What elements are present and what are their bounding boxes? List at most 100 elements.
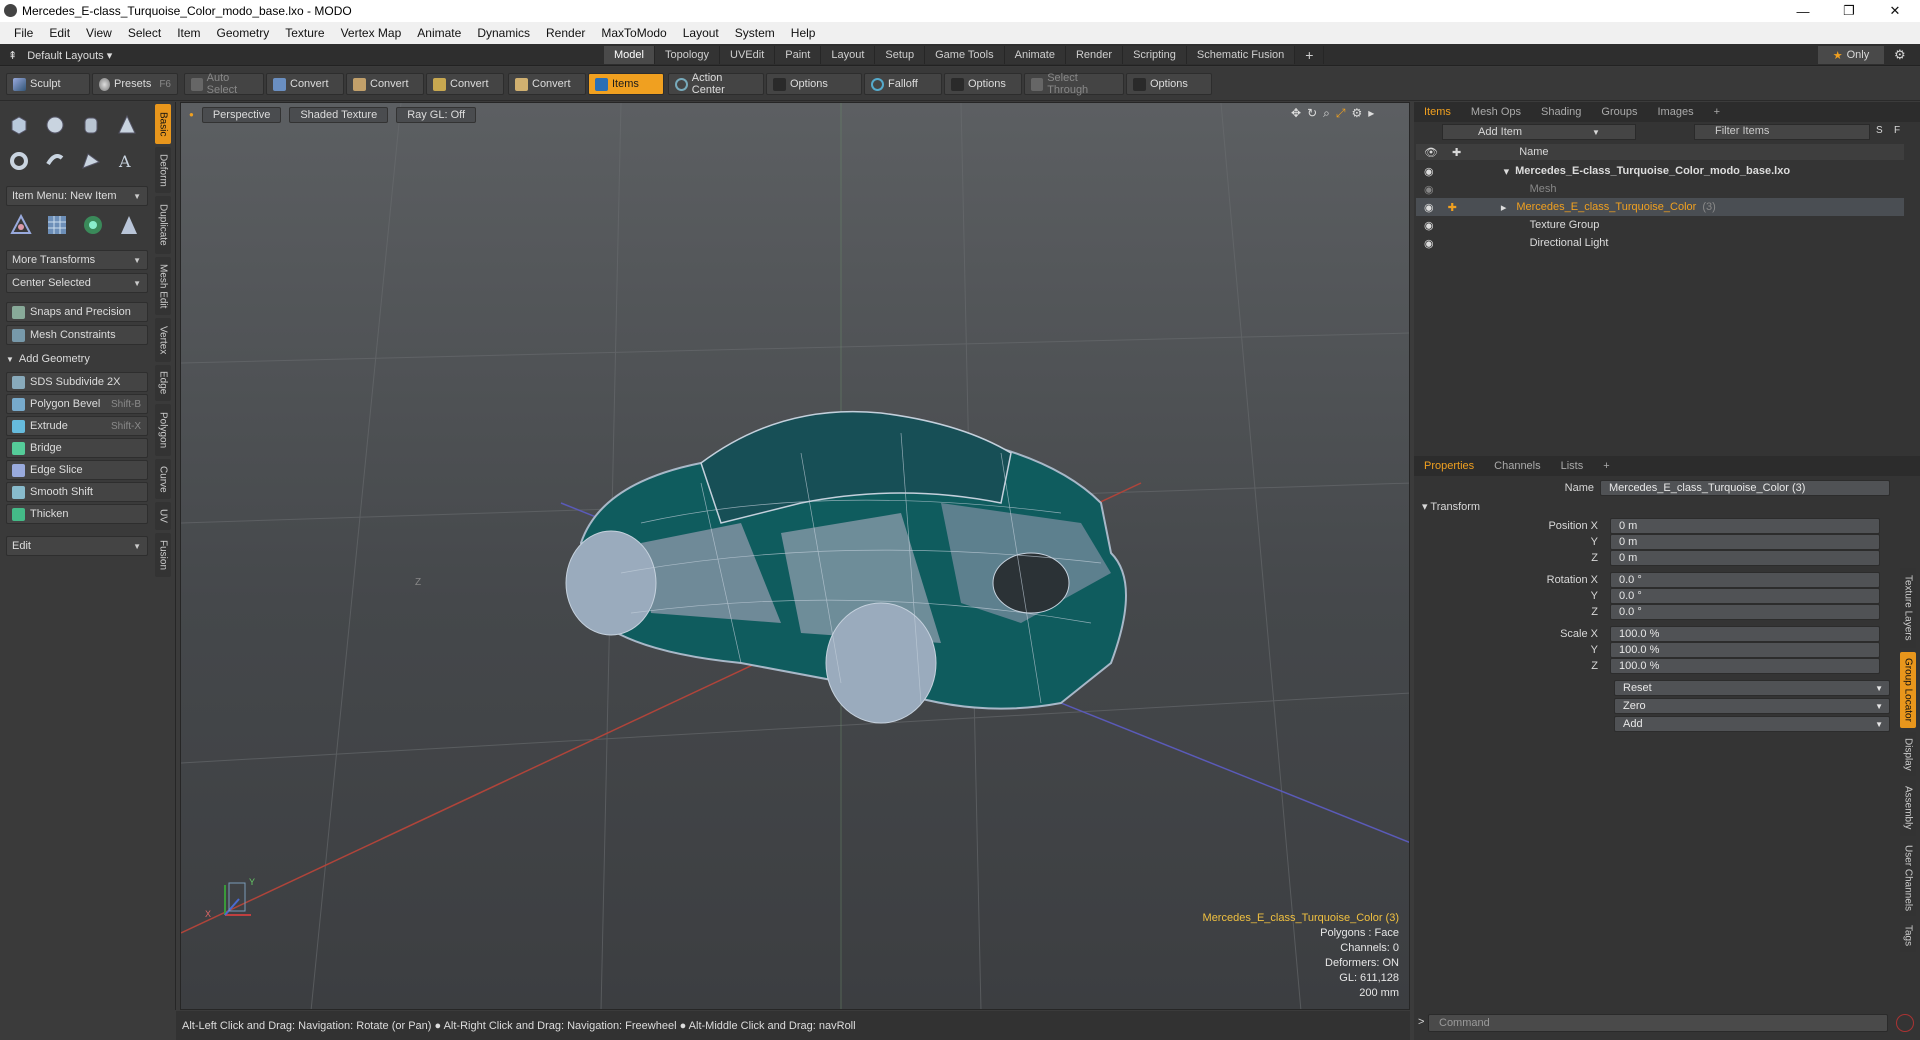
name-field[interactable]: Mercedes_E_class_Turquoise_Color (3) [1600,480,1890,496]
scale-y-field[interactable]: 100.0 % [1610,642,1880,658]
lock-icon[interactable]: ✚ [1448,201,1457,214]
falloff-options-button[interactable]: Options [944,73,1022,95]
visibility-eye-icon[interactable]: ◉ [1424,183,1434,196]
rotation-z-field[interactable]: 0.0 ° [1610,604,1880,620]
tab-game-tools[interactable]: Game Tools [925,46,1005,64]
tab-setup[interactable]: Setup [875,46,926,64]
expand-arrow-icon[interactable]: ▾ [1504,165,1510,178]
sds-subdivide-button[interactable]: SDS Subdivide 2X [6,372,148,392]
move-icon[interactable] [6,210,36,240]
gear-icon[interactable]: ⚙ [1894,47,1906,63]
visibility-eye-icon[interactable]: ◉ [1424,219,1434,232]
cylinder-icon[interactable] [76,110,106,140]
fit-icon[interactable]: ⤢ [1336,106,1346,121]
vtab-mesh-edit[interactable]: Mesh Edit [155,257,171,315]
extrude-button[interactable]: Extrude Shift-X [6,416,148,436]
default-layouts-dropdown[interactable]: ⇞ Default Layouts ▾ [8,47,112,63]
vtab-curve[interactable]: Curve [155,459,171,499]
visibility-eye-icon[interactable]: ◉ [1424,237,1434,250]
perspective-button[interactable]: Perspective [201,107,282,123]
edge-slice-button[interactable]: Edge Slice [6,460,148,480]
torus-icon[interactable] [4,146,34,176]
zero-dropdown[interactable]: Zero ▼ [1614,698,1890,714]
expand-arrow-icon[interactable]: ▸ [1501,201,1507,214]
tab-animate[interactable]: Animate [1004,46,1066,64]
vtab-tags[interactable]: Tags [1900,920,1916,952]
presets-button[interactable]: Presets F6 [92,73,178,95]
vtab-assembly[interactable]: Assembly [1900,780,1916,836]
list-item[interactable]: ◉ Mesh [1416,180,1904,198]
pan-icon[interactable]: ✥ [1291,106,1301,121]
menu-item[interactable]: Item [169,26,208,40]
sphere-icon[interactable] [40,110,70,140]
tab-layout[interactable]: Layout [821,46,876,64]
action-center-button[interactable]: Action Center [668,72,764,96]
scale-x-field[interactable]: 100.0 % [1610,626,1880,642]
minimize-button[interactable]: — [1780,0,1826,22]
ray-gl-button[interactable]: Ray GL: Off [396,107,477,123]
close-button[interactable]: ✕ [1872,0,1918,22]
capsule-icon[interactable] [40,146,70,176]
add-item-dropdown[interactable]: Add Item ▼ [1442,124,1636,140]
auto-select-button[interactable]: Auto Select [184,72,264,96]
filter-s-button[interactable]: S [1876,125,1883,136]
zoom-icon[interactable]: ⌕ [1323,106,1330,121]
vtab-uv[interactable]: UV [155,502,171,530]
menu-system[interactable]: System [727,26,783,40]
vtab-group-locator[interactable]: Group Locator [1900,652,1916,728]
menu-file[interactable]: File [6,26,41,40]
tab-shading[interactable]: Shading [1531,103,1591,121]
tab-uvedit[interactable]: UVEdit [720,46,776,64]
menu-view[interactable]: View [78,26,120,40]
expand-icon[interactable]: ▸ [1368,106,1374,121]
tab-images[interactable]: Images [1648,103,1704,121]
add-panel-tab[interactable]: + [1704,103,1730,121]
list-item[interactable]: ◉ ▾ Mercedes_E-class_Turquoise_Color_modo_… [1416,162,1904,180]
shaded-texture-button[interactable]: Shaded Texture [289,107,389,123]
vtab-user-channels[interactable]: User Channels [1900,840,1916,916]
convert-edge-button[interactable]: Convert [346,73,424,95]
menu-geometry[interactable]: Geometry [209,26,278,40]
filter-f-button[interactable]: F [1894,125,1900,136]
items-mode-button[interactable]: Items [588,73,664,95]
tab-channels[interactable]: Channels [1484,457,1550,475]
cone-icon[interactable] [112,110,142,140]
command-input[interactable]: Command [1428,1014,1888,1032]
rotation-x-field[interactable]: 0.0 ° [1610,572,1880,588]
list-item-selected[interactable]: ◉ ✚ ▸ Mercedes_E_class_Turquoise_Color (3) [1416,198,1904,216]
tab-items[interactable]: Items [1414,103,1461,121]
viewport-gear-icon[interactable]: ⚙ [1351,106,1362,121]
tab-paint[interactable]: Paint [775,46,822,64]
orbit-icon[interactable]: ↻ [1307,106,1317,121]
tab-lists[interactable]: Lists [1551,457,1594,475]
select-through-button[interactable]: Select Through [1024,72,1124,96]
add-tab-button[interactable]: + [1295,46,1325,64]
record-icon[interactable] [1896,1014,1914,1032]
viewport-menu-icon[interactable]: ● [189,107,194,123]
menu-dynamics[interactable]: Dynamics [469,26,538,40]
cube-icon[interactable] [4,110,34,140]
vtab-vertex[interactable]: Vertex [155,318,171,362]
rotation-y-field[interactable]: 0.0 ° [1610,588,1880,604]
more-transforms-dropdown[interactable]: More Transforms ▼ [6,250,148,270]
menu-select[interactable]: Select [120,26,169,40]
select-options-button[interactable]: Options [1126,73,1212,95]
snaps-precision-button[interactable]: Snaps and Precision [6,302,148,322]
tab-topology[interactable]: Topology [654,46,721,64]
restore-button[interactable]: ❐ [1826,0,1872,22]
vtab-duplicate[interactable]: Duplicate [155,196,171,254]
falloff-button[interactable]: Falloff [864,73,942,95]
transform-section[interactable]: ▾ Transform [1422,500,1480,513]
tab-scripting[interactable]: Scripting [1123,46,1187,64]
vtab-basic[interactable]: Basic [155,104,171,144]
vtab-fusion[interactable]: Fusion [155,533,171,577]
scale-z-field[interactable]: 100.0 % [1610,658,1880,674]
convert-item-button[interactable]: Convert [508,73,586,95]
menu-render[interactable]: Render [538,26,593,40]
visibility-eye-icon[interactable]: ◉ [1424,165,1434,178]
vtab-deform[interactable]: Deform [155,147,171,193]
scale-icon[interactable] [114,210,144,240]
list-item[interactable]: ◉ Texture Group [1416,216,1904,234]
polygon-bevel-button[interactable]: Polygon Bevel Shift-B [6,394,148,414]
tab-schematic-fusion[interactable]: Schematic Fusion [1186,46,1296,64]
